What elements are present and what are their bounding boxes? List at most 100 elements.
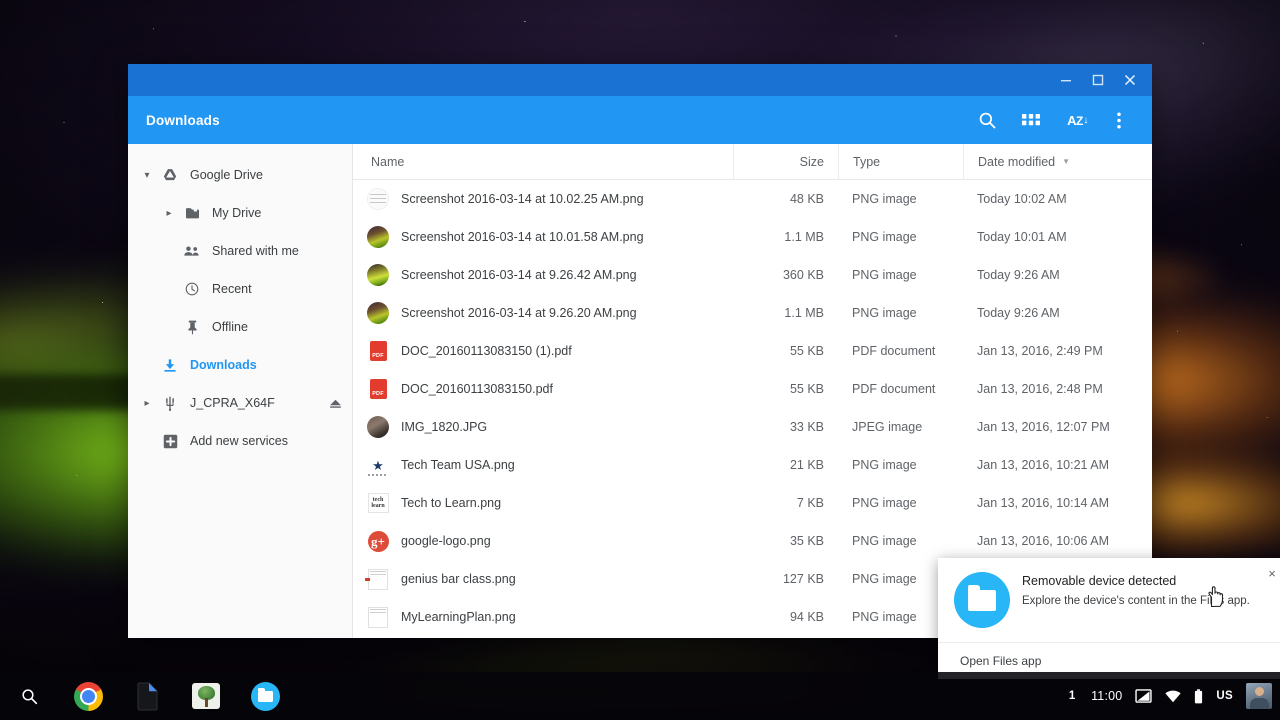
navigation-sidebar: ▾ Google Drive ▸ My Drive Shared with me…	[128, 144, 353, 638]
avatar[interactable]	[1246, 683, 1272, 709]
file-name-cell: PDF DOC_20160113083150 (1).pdf	[353, 340, 733, 362]
notification-body: Removable device detected Explore the de…	[938, 558, 1280, 642]
sidebar-item-j-cpra-x64f[interactable]: ▸ J_CPRA_X64F	[128, 384, 352, 422]
sidebar-item-label: Offline	[212, 320, 248, 334]
file-date-cell: Jan 13, 2016, 2:48 PM	[977, 382, 1103, 396]
table-row[interactable]: Screenshot 2016-03-14 at 9.26.42 AM.png …	[353, 256, 1152, 294]
sort-descending-icon: ▼	[1062, 157, 1071, 166]
table-row[interactable]: IMG_1820.JPG 33 KB JPEG image Jan 13, 20…	[353, 408, 1152, 446]
launcher-search-icon[interactable]	[10, 677, 48, 715]
column-header-type[interactable]: Type	[838, 143, 963, 180]
grid-view-icon[interactable]	[1012, 101, 1050, 139]
folder-icon	[180, 207, 204, 220]
folder-glyph	[968, 584, 996, 611]
battery-icon[interactable]	[1194, 688, 1203, 704]
file-type-cell: PDF document	[852, 344, 936, 358]
sidebar-item-my-drive[interactable]: ▸ My Drive	[128, 194, 352, 232]
file-size-cell: 35 KB	[789, 534, 824, 548]
chevron-right-icon[interactable]: ▸	[158, 208, 180, 219]
document-icon	[365, 568, 389, 590]
chevron-down-icon[interactable]: ▾	[136, 170, 158, 181]
file-type-cell: PDF document	[852, 382, 936, 396]
search-icon[interactable]	[968, 101, 1006, 139]
file-name-label: google-logo.png	[401, 534, 491, 548]
display-icon[interactable]	[1135, 689, 1153, 703]
docs-icon[interactable]	[128, 677, 166, 715]
file-name-label: Screenshot 2016-03-14 at 10.02.25 AM.png	[401, 192, 644, 206]
file-name-cell: Screenshot 2016-03-14 at 9.26.20 AM.png	[353, 302, 733, 324]
file-date-cell: Jan 13, 2016, 2:49 PM	[977, 344, 1103, 358]
file-date-cell: Today 9:26 AM	[977, 306, 1060, 320]
thumbnail-icon	[367, 264, 389, 286]
tech-to-learn-icon: tech learn	[367, 492, 389, 514]
file-name-cell: ★ Tech Team USA.png	[353, 454, 733, 476]
table-row[interactable]: PDF DOC_20160113083150 (1).pdf 55 KB PDF…	[353, 332, 1152, 370]
drive-icon	[158, 168, 182, 182]
file-size-cell: 360 KB	[782, 268, 824, 282]
file-name-cell: PDF DOC_20160113083150.pdf	[353, 378, 733, 400]
close-icon[interactable]: ×	[1264, 565, 1280, 581]
table-row[interactable]: PDF DOC_20160113083150.pdf 55 KB PDF doc…	[353, 370, 1152, 408]
file-size-cell: 55 KB	[789, 344, 824, 358]
sidebar-item-downloads[interactable]: Downloads	[128, 346, 352, 384]
add-service-icon	[158, 434, 182, 449]
file-name-cell: IMG_1820.JPG	[353, 416, 733, 438]
file-date-cell: Jan 13, 2016, 12:07 PM	[977, 420, 1110, 434]
nature-app-icon[interactable]	[187, 677, 225, 715]
keyboard-layout-label[interactable]: US	[1216, 690, 1233, 702]
chevron-right-icon[interactable]: ▸	[136, 398, 158, 409]
file-name-label: Tech Team USA.png	[401, 458, 515, 472]
minimize-button[interactable]	[1050, 65, 1082, 95]
file-size-cell: 127 KB	[782, 572, 824, 586]
sort-az-icon[interactable]: AZ ↓	[1056, 101, 1094, 139]
files-app-icon[interactable]	[246, 677, 284, 715]
wifi-icon[interactable]	[1165, 690, 1182, 703]
more-options-icon[interactable]	[1100, 101, 1138, 139]
column-header-size[interactable]: Size	[733, 143, 838, 180]
table-row[interactable]: Screenshot 2016-03-14 at 9.26.20 AM.png …	[353, 294, 1152, 332]
file-name-label: IMG_1820.JPG	[401, 420, 488, 434]
notification-message: Explore the device's content in the File…	[1022, 595, 1250, 607]
file-size-cell: 94 KB	[789, 610, 824, 624]
table-row[interactable]: tech learn Tech to Learn.png 7 KB PNG ima…	[353, 484, 1152, 522]
close-button[interactable]	[1114, 65, 1146, 95]
file-name-cell: Screenshot 2016-03-14 at 10.02.25 AM.png	[353, 188, 733, 210]
file-date-cell: Today 10:01 AM	[977, 230, 1067, 244]
sidebar-item-label: Shared with me	[212, 244, 299, 258]
sidebar-item-add-new-services[interactable]: Add new services	[128, 422, 352, 460]
maximize-button[interactable]	[1082, 65, 1114, 95]
table-row[interactable]: g+ google-logo.png 35 KB PNG image Jan 1…	[353, 522, 1152, 560]
eject-icon[interactable]	[329, 399, 342, 408]
sidebar-item-label: Google Drive	[190, 168, 263, 182]
download-icon	[158, 358, 182, 373]
shelf-app-icons	[0, 677, 284, 715]
file-size-cell: 48 KB	[789, 192, 824, 206]
sidebar-item-offline[interactable]: Offline	[128, 308, 352, 346]
table-row[interactable]: ★ Tech Team USA.png 21 KB PNG image Jan …	[353, 446, 1152, 484]
chrome-icon[interactable]	[69, 677, 107, 715]
sidebar-item-label: Downloads	[190, 358, 257, 372]
file-type-cell: PNG image	[852, 230, 917, 244]
document-icon	[367, 606, 389, 628]
column-header-name[interactable]: Name	[353, 144, 733, 180]
column-header-date-modified[interactable]: Date modified ▼	[963, 143, 1152, 180]
column-header-label: Type	[853, 154, 881, 169]
sidebar-item-shared-with-me[interactable]: Shared with me	[128, 232, 352, 270]
files-toolbar: Downloads AZ ↓	[128, 96, 1152, 144]
file-size-cell: 55 KB	[789, 382, 824, 396]
sidebar-item-google-drive[interactable]: ▾ Google Drive	[128, 156, 352, 194]
clock-label[interactable]: 11:00	[1091, 689, 1122, 703]
notification-count-badge[interactable]: 1	[1066, 690, 1078, 702]
people-icon	[180, 245, 204, 257]
system-tray[interactable]: 1 11:00 US	[1066, 683, 1280, 709]
sidebar-item-recent[interactable]: Recent	[128, 270, 352, 308]
file-name-label: DOC_20160113083150 (1).pdf	[401, 344, 572, 358]
table-row[interactable]: Screenshot 2016-03-14 at 10.01.58 AM.png…	[353, 218, 1152, 256]
sidebar-item-label: J_CPRA_X64F	[190, 396, 275, 410]
file-type-cell: PNG image	[852, 306, 917, 320]
file-name-label: DOC_20160113083150.pdf	[401, 382, 553, 396]
usa-icon: ★	[367, 454, 389, 476]
file-name-cell: Screenshot 2016-03-14 at 9.26.42 AM.png	[353, 264, 733, 286]
table-row[interactable]: Screenshot 2016-03-14 at 10.02.25 AM.png…	[353, 180, 1152, 218]
notification-text: Removable device detected Explore the de…	[1012, 572, 1276, 628]
